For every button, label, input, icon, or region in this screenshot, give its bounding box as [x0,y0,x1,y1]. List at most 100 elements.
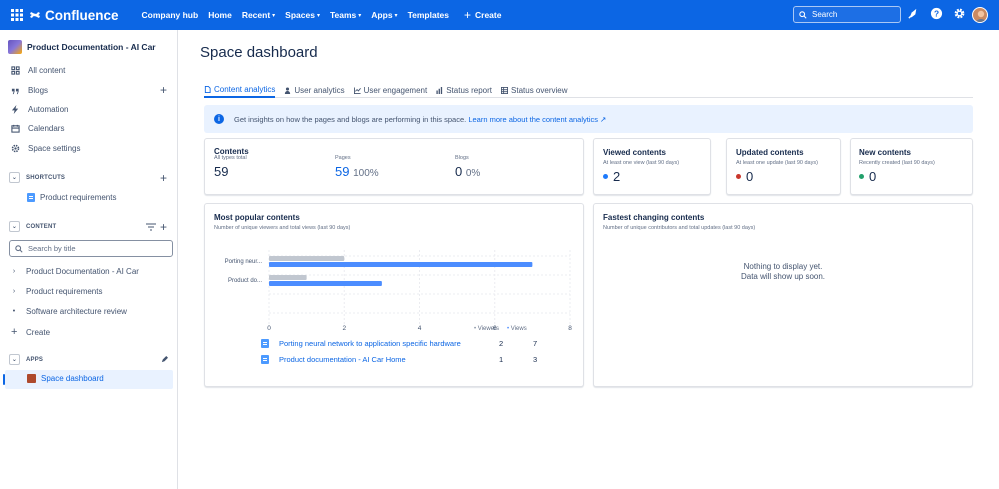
search-input[interactable]: Search [793,6,901,23]
content-link[interactable]: Porting neural network to application sp… [279,339,499,348]
table-icon [501,86,509,94]
empty-state-line: Data will show up soon. [740,272,826,281]
tree-item-label: Product Documentation - AI Car [26,267,139,276]
chevron-right-icon[interactable]: › [11,288,17,295]
chart-legend: • Viewers • Views [474,326,527,332]
settings-gear-icon[interactable] [953,7,966,20]
nav-item-label: Teams [329,10,357,20]
apps-section-header[interactable]: ⌄ APPS [9,354,43,365]
viewers-count: 2 [499,338,504,348]
chevron-down-icon[interactable]: ⌄ [9,172,20,183]
banner-text: Get insights on how the pages and blogs … [234,114,467,124]
card-subtitle: Recently created (last 90 days) [859,160,935,166]
new-contents-card[interactable]: New contents Recently created (last 90 d… [850,138,973,195]
tab-content-analytics[interactable]: Content analytics [204,84,276,98]
sidebar-item-automation[interactable]: Automation [11,105,68,114]
line-chart-icon [353,86,361,94]
nav-items: Company hub Home Recent ▾ Spaces ▾ Teams ▾ Apps ▾… [137,0,454,30]
tab-user-engagement[interactable]: User engagement [353,84,428,98]
filter-placeholder: Search by title [28,244,76,253]
info-icon: i [214,114,224,124]
help-icon[interactable]: ? [930,7,943,20]
sidebar-item-blogs[interactable]: Blogs [11,86,48,95]
chevron-down-icon: ▾ [358,12,362,19]
content-label: CONTENT [26,223,57,230]
content-section-header[interactable]: ⌄ CONTENT [9,221,56,232]
sidebar-item-label: Calendars [28,124,65,133]
bar-views [269,281,382,286]
sidebar-item-all-content[interactable]: All content [11,66,65,75]
card-title: Viewed contents [603,148,666,157]
shortcuts-section-header[interactable]: ⌄ SHORTCUTS [9,172,65,183]
nav-item-home[interactable]: Home [203,0,237,30]
tree-item-software-architecture-review[interactable]: • Software architecture review [11,307,127,316]
bar-chart-icon [436,86,443,94]
add-shortcut-icon[interactable]: + [160,171,167,185]
bar-viewers [269,275,307,280]
plus-icon: + [463,8,471,22]
tab-status-report[interactable]: Status report [436,84,492,98]
x-tick-label: 0 [267,325,271,332]
confluence-logo[interactable]: Confluence [29,8,119,23]
chevron-down-icon[interactable]: ⌄ [9,221,20,232]
tab-label: Content analytics [214,84,276,94]
tree-item-create[interactable]: + Create [11,326,50,338]
sidebar-item-calendars[interactable]: Calendars [11,124,64,133]
space-header[interactable]: Product Documentation - AI Car [8,40,156,54]
content-link[interactable]: Product documentation - AI Car Home [279,355,499,364]
nav-item-company-hub[interactable]: Company hub [137,0,204,30]
person-icon [284,86,291,94]
nav-item-templates[interactable]: Templates [403,0,454,30]
nav-item-spaces[interactable]: Spaces ▾ [280,0,325,30]
page-icon [261,354,269,364]
user-avatar[interactable] [972,7,988,23]
notification-icon[interactable] [907,7,920,20]
shortcut-item[interactable]: Product requirements [27,193,116,202]
card-subtitle: Number of unique contributors and total … [603,225,756,231]
tab-label: Status report [446,85,493,95]
sidebar-item-space-settings[interactable]: Space settings [11,144,80,153]
chevron-right-icon[interactable]: › [11,268,17,275]
table-row[interactable]: Product documentation - AI Car Home 1 3 [261,353,541,365]
filter-icon[interactable] [146,223,156,231]
nav-item-apps[interactable]: Apps ▾ [366,0,402,30]
sidebar-item-label: Space settings [28,144,81,153]
tab-label: Status overview [511,85,568,95]
add-blog-icon[interactable]: + [160,83,167,97]
bar-viewers [269,256,345,261]
tab-label: User engagement [363,85,428,95]
learn-more-link[interactable]: Learn more about the content analytics ↗ [468,115,606,124]
search-icon [15,244,23,253]
shortcut-label: Product requirements [40,193,117,202]
svg-text:?: ? [934,8,939,18]
table-row[interactable]: Porting neural network to application sp… [261,337,541,349]
metric-pages: Pages 59 100% [335,151,379,179]
chevron-down-icon: ▾ [316,12,320,19]
filter-by-title-input[interactable]: Search by title [9,240,173,257]
updated-contents-card[interactable]: Updated contents At least one update (la… [726,138,841,195]
apps-label: APPS [26,356,44,363]
shortcuts-label: SHORTCUTS [26,174,66,181]
tab-user-analytics[interactable]: User analytics [284,84,345,98]
status-dot [859,174,864,179]
create-button[interactable]: + Create [464,8,501,22]
create-label: Create [475,10,502,20]
tree-item-product-documentation[interactable]: › Product Documentation - AI Car [11,267,139,276]
x-tick-label: 8 [568,325,572,332]
add-content-icon[interactable]: + [160,220,167,234]
tree-item-product-requirements[interactable]: › Product requirements [11,287,103,296]
chevron-down-icon[interactable]: ⌄ [9,354,20,365]
nav-item-label: Home [208,10,232,20]
metric-blogs: Blogs 0 0% [455,151,480,179]
viewed-contents-card[interactable]: Viewed contents At least one view (last … [593,138,711,195]
plus-icon: + [11,326,18,338]
nav-item-recent[interactable]: Recent ▾ [237,0,280,30]
tab-status-overview[interactable]: Status overview [501,84,568,98]
tree-item-label: Software architecture review [26,307,127,316]
app-switcher-icon[interactable] [11,9,23,21]
sidebar-item-space-dashboard[interactable]: Space dashboard [27,374,104,383]
nav-item-teams[interactable]: Teams ▾ [325,0,366,30]
category-label: Product do... [228,278,262,284]
gear-icon [11,144,20,153]
pencil-icon[interactable] [161,356,168,363]
